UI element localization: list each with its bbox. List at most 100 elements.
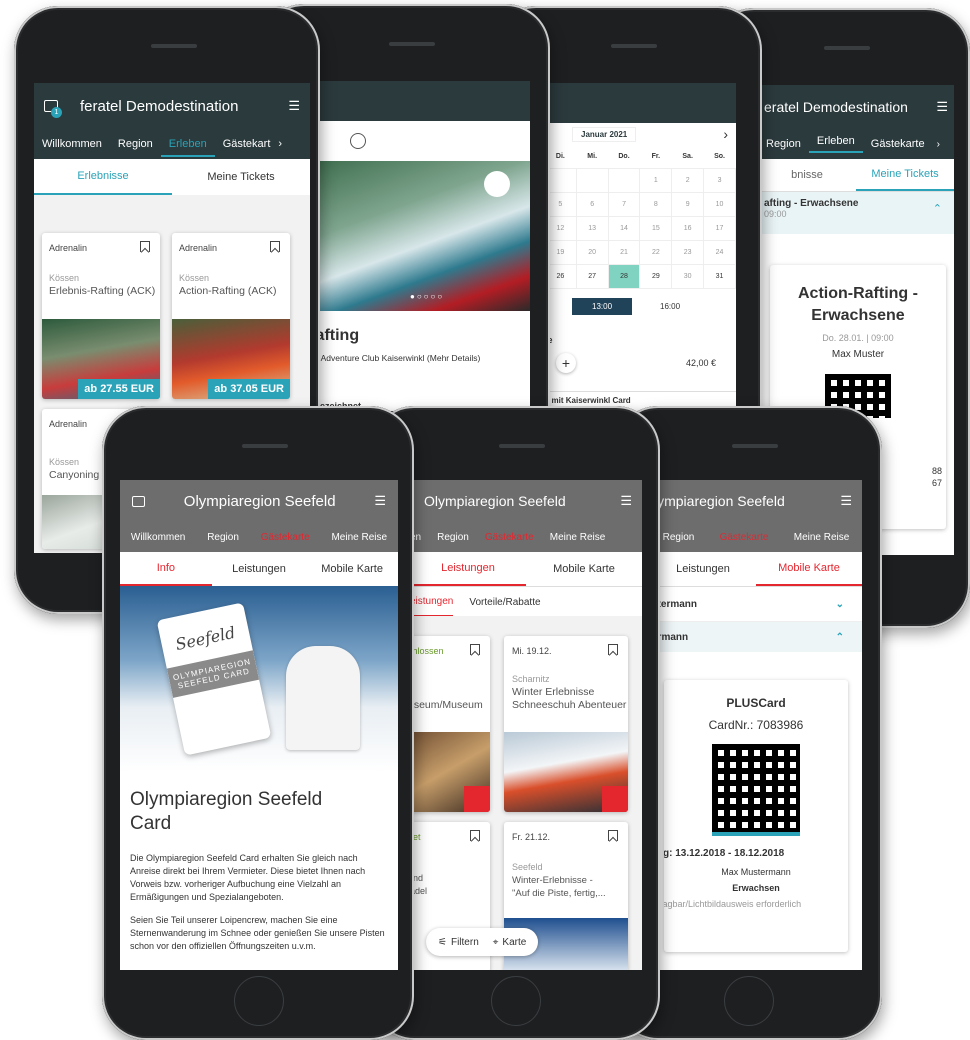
add-button[interactable]: + [556,353,576,373]
activity-subtitle[interactable]: est° Adventure Club Kaiserwinkl (Mehr De… [304,353,480,363]
weekday: Fr. [651,153,661,160]
filter-icon[interactable]: ⚟ [438,937,447,948]
ticket-icon[interactable] [464,786,490,812]
subtab-erlebnisse[interactable]: Erlebnisse [34,159,172,195]
weekday: Mi. [587,153,598,160]
chevron-down-icon[interactable]: ⌄ [836,599,844,610]
home-button[interactable] [234,976,284,1026]
user-icon[interactable] [350,133,366,149]
map-button[interactable]: Karte [502,937,526,948]
tab-erleben[interactable]: Erleben [160,138,215,157]
app-title: Olympiaregion Seefeld [424,493,566,509]
speaker [611,44,657,48]
activity-card[interactable]: Adrenalin Kössen Erlebnis-Rafting (ACK) … [42,233,160,399]
bookmark-icon[interactable] [484,171,510,197]
subtab-meine-tickets[interactable]: Meine Tickets [172,171,310,183]
subtab-mobile-karte[interactable]: Mobile Karte [756,552,862,586]
day[interactable]: 27 [575,264,609,289]
seefeld-card-image: Seefeld OLYMPIAREGION SEEFELD CARD [156,602,272,756]
day-selected[interactable]: 28 [607,264,641,289]
chapel-image [286,646,360,750]
subtab-leistungen[interactable]: Leistungen [650,563,756,575]
offer-card[interactable]: Mi. 19.12. Scharnitz Winter Erlebnisse S… [504,636,628,812]
chat-icon[interactable] [132,495,145,507]
day[interactable]: 29 [639,264,673,289]
menu-icon[interactable]: ☰ [374,493,386,509]
tab-region[interactable]: Region [110,138,161,150]
home-button[interactable] [491,976,541,1026]
chevron-up-icon[interactable]: ⌃ [836,632,844,643]
menu-icon[interactable]: ☰ [288,98,300,114]
tab-gaestekarte[interactable]: Gästekarte [720,532,769,543]
subtab-mobile-karte[interactable]: Mobile Karte [526,563,642,575]
card-place: Kössen [179,273,210,283]
day[interactable]: 30 [671,264,705,289]
menu-icon[interactable]: ☰ [620,493,632,509]
subtab-mobile-karte[interactable]: Mobile Karte [306,563,398,575]
calendar-grid: Di. Mi. Do. Fr. Sa. So. 123 5 6 7 8 9 10 12 13… [544,145,736,289]
card-row[interactable]: stermann ⌄ [650,587,862,622]
bookmark-icon[interactable] [470,830,480,841]
tab-willkommen[interactable]: Willkommen [34,138,110,150]
filter-leistungen[interactable]: eistungen [410,588,454,617]
qr-code [712,744,800,836]
chat-icon[interactable]: 1 [44,100,62,118]
subtab-meine-tickets[interactable]: Meine Tickets [856,159,954,191]
tab-gaestekarte[interactable]: Gästekarte [261,532,310,543]
card-note: ne mit Kaiserwinkl Card [540,391,736,405]
card-holder: Max Mustermann [721,867,791,877]
bookmark-icon[interactable] [270,241,280,252]
bookmark-icon[interactable] [608,644,618,655]
card-row-expanded[interactable]: ermann ⌃ [650,622,862,652]
nav-tabs: Willkommen Region Gästekarte Meine Reise [120,522,398,552]
carousel-dots[interactable]: ●○○○○ [410,292,444,301]
tab-gaestekarte[interactable]: Gästekarte [863,138,933,150]
ticket-icon[interactable] [602,786,628,812]
subtab-leistungen[interactable]: Leistungen [410,552,526,586]
chevron-up-icon[interactable]: ⌃ [933,202,942,215]
time-slots: 0 13:00 16:00 [540,293,736,319]
nav-tabs: Region Gästekarte Meine Reise [650,522,862,552]
offer-card[interactable]: chlossen r useum/Museum [410,636,490,812]
tab-willkommen[interactable]: Willkommen [131,532,185,543]
subtab-erlebnisse[interactable]: bnisse [758,169,856,181]
tab-meine-reise[interactable]: Meine Reise [794,532,850,543]
day: 7 [607,192,641,217]
tab-region[interactable]: Region [663,532,695,543]
tab-gaestekarte[interactable]: Gästekart [215,138,279,150]
map-pin-icon[interactable]: ⌖ [493,937,499,948]
day[interactable]: 31 [703,264,736,289]
time-slot-selected[interactable]: 13:00 [572,297,633,315]
activity-card[interactable]: Adrenalin Kössen Action-Rafting (ACK) ab… [172,233,290,399]
tab-erleben[interactable]: Erleben [808,135,863,153]
app-title: Olympiaregion Seefeld [183,492,336,510]
subtab-leistungen[interactable]: Leistungen [212,563,307,575]
filter-tabs: eistungen Vorteile/Rabatte [410,587,642,618]
filter-button[interactable]: Filtern [451,937,479,948]
app-header: eratel Demodestination ☰ [758,85,954,129]
weekday: Sa. [682,153,693,160]
filter-map-bar: ⚟ Filtern ⌖ Karte [426,928,539,956]
tab-region[interactable]: Region [437,532,469,543]
home-button[interactable] [724,976,774,1026]
tab-meine-reise[interactable]: Meine Reise [331,532,387,543]
filter-vorteile[interactable]: Vorteile/Rabatte [469,597,540,608]
subtab-info[interactable]: Info [120,552,212,586]
ticket-row[interactable]: afting - Erwachsene 09:00 ⌃ [758,192,954,234]
bookmark-icon[interactable] [608,830,618,841]
ticket-title: Action-Rafting - Erwachsene [798,285,918,324]
bookmark-icon[interactable] [470,644,480,655]
tab-gaestekarte[interactable]: Gästekarte [485,532,534,543]
chevron-right-icon[interactable]: › [937,139,940,150]
tab-region[interactable]: Region [758,138,809,150]
chevron-right-icon[interactable]: › [278,138,282,150]
menu-icon[interactable]: ☰ [840,493,852,509]
tab-region[interactable]: Region [207,532,239,543]
bookmark-icon[interactable] [140,241,150,252]
menu-icon[interactable]: ☰ [936,99,948,115]
tab-meine-reise[interactable]: Meine Reise [550,532,606,543]
screen-3: Januar 2021 › Di. Mi. Do. Fr. Sa. So. 12… [540,83,736,423]
day: 2 [671,168,705,193]
time-slot[interactable]: 16:00 [660,302,680,311]
chevron-right-icon[interactable]: › [723,126,728,142]
